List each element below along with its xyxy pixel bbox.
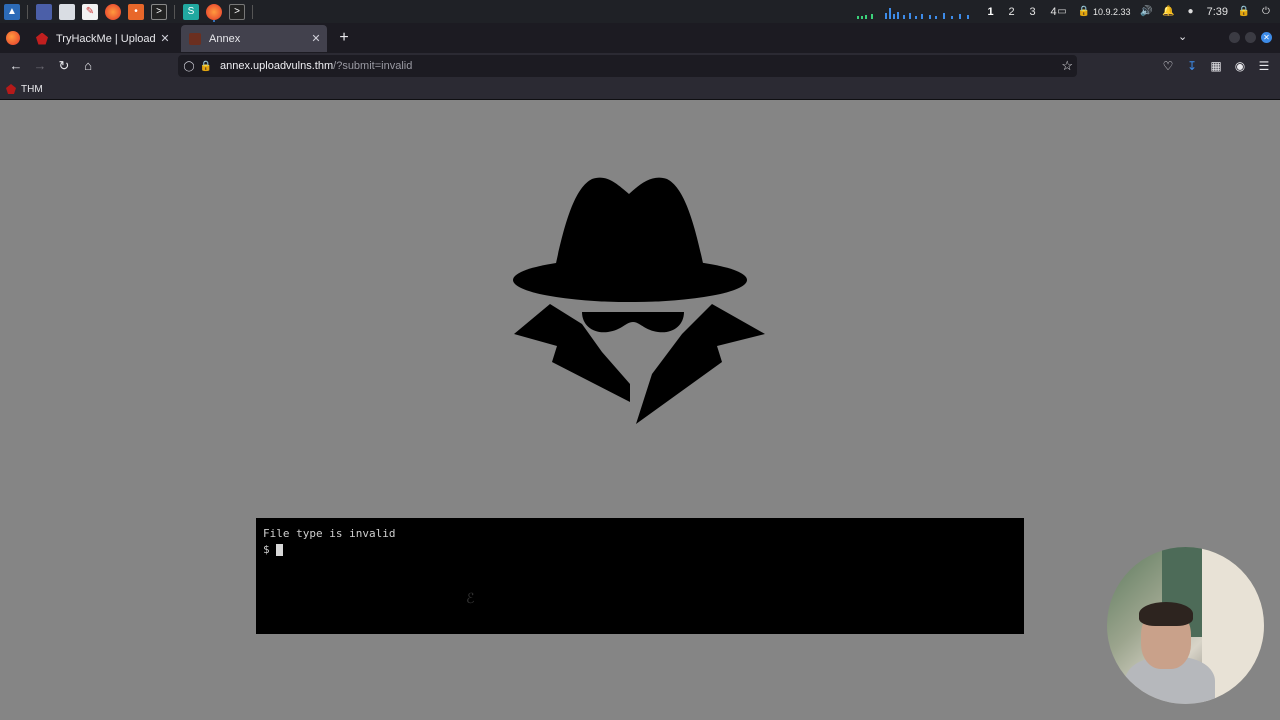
- vpn-ip-address: 10.9.2.33: [1093, 6, 1131, 17]
- terminal-window-icon[interactable]: >: [229, 3, 245, 20]
- hamburger-menu-icon[interactable]: ☰: [1256, 58, 1272, 74]
- annex-favicon-icon: [189, 32, 201, 45]
- desktop-icon[interactable]: [36, 3, 52, 20]
- i-beam-mouse-cursor-icon: ℰ: [466, 591, 475, 607]
- back-arrow-icon[interactable]: ←: [8, 58, 24, 74]
- bookmarks-toolbar: THM: [0, 79, 1280, 100]
- url-path: /?submit=invalid: [333, 60, 413, 72]
- bookmark-star-icon[interactable]: ☆: [1061, 58, 1073, 74]
- tab-title: Annex: [209, 32, 241, 45]
- window-close-button[interactable]: ✕: [1261, 32, 1272, 43]
- kali-menu-icon[interactable]: ▲: [4, 3, 20, 20]
- new-tab-plus-icon[interactable]: +: [336, 29, 352, 47]
- extensions-puzzle-icon[interactable]: ▦: [1208, 58, 1224, 74]
- terminal-cursor: [275, 544, 283, 556]
- terminal-output[interactable]: File type is invalid $: [256, 518, 1024, 634]
- firefox-window-icon[interactable]: [206, 3, 222, 20]
- tracking-protection-shield-icon[interactable]: ◯: [183, 60, 195, 72]
- workspace-2[interactable]: 2: [1001, 6, 1022, 18]
- tryhackme-favicon-icon: [36, 32, 48, 45]
- tab-title: TryHackMe | Upload Vuln: [56, 32, 158, 45]
- terminal-prompt-line[interactable]: $: [263, 542, 1017, 558]
- firefox-view-icon[interactable]: [6, 31, 20, 45]
- home-icon[interactable]: ⌂: [80, 58, 96, 74]
- navigation-toolbar: ← → ↻ ⌂ ◯ 🔒 annex.uploadvulns.thm/?submi…: [0, 53, 1280, 79]
- power-manager-icon[interactable]: ●: [1185, 6, 1197, 18]
- os-panel: ▲ ✎ • > S > 1 2 3 4 ▭ 🔒 10.9.2.33 🔊 🔔 ● …: [0, 0, 1280, 23]
- url-text[interactable]: annex.uploadvulns.thm/?submit=invalid: [220, 60, 412, 72]
- bookmark-thm[interactable]: THM: [6, 84, 43, 95]
- burpsuite-icon[interactable]: •: [128, 3, 144, 20]
- browser-tab-strip: TryHackMe | Upload Vuln ✕ Annex ✕ + ⌄ ✕: [0, 23, 1280, 53]
- workspace-switcher: 1 2 3 4: [980, 0, 1064, 23]
- firefox-icon[interactable]: [105, 3, 121, 20]
- panel-separator: [174, 4, 175, 19]
- notification-bell-icon[interactable]: 🔔: [1162, 6, 1174, 18]
- system-tray: ▭ 🔒 10.9.2.33 🔊 🔔 ● 7:39 🔒 ⏻: [1056, 0, 1280, 23]
- window-maximize-button[interactable]: [1245, 32, 1256, 43]
- panel-separator: [252, 4, 253, 19]
- site-info-icon[interactable]: 🔒: [200, 60, 212, 72]
- downloads-icon[interactable]: ↧: [1184, 58, 1200, 74]
- display-icon[interactable]: ▭: [1056, 6, 1068, 18]
- tab-annex[interactable]: Annex ✕: [181, 25, 327, 52]
- clock[interactable]: 7:39: [1207, 6, 1228, 18]
- foxyproxy-icon[interactable]: ◉: [1232, 58, 1248, 74]
- webcam-person-hair: [1139, 602, 1193, 626]
- terminal-icon[interactable]: >: [151, 3, 167, 20]
- network-activity-graph: [857, 8, 969, 19]
- bookmark-label: THM: [21, 83, 43, 95]
- file-manager-icon[interactable]: [59, 3, 75, 20]
- forward-arrow-icon[interactable]: →: [32, 58, 48, 74]
- app-launcher-bar: ▲ ✎ • > S >: [0, 0, 257, 23]
- volume-icon[interactable]: 🔊: [1140, 6, 1152, 18]
- tab-tryhackme[interactable]: TryHackMe | Upload Vuln ✕: [28, 25, 176, 52]
- list-all-tabs-chevron-down-icon[interactable]: ⌄: [1178, 30, 1187, 43]
- window-minimize-button[interactable]: [1229, 32, 1240, 43]
- url-bar[interactable]: ◯ 🔒 annex.uploadvulns.thm/?submit=invali…: [178, 55, 1077, 77]
- prompt-symbol: $: [263, 543, 270, 556]
- spy-hat-logo-icon: [513, 177, 765, 424]
- url-host: annex.uploadvulns.thm: [220, 60, 334, 72]
- power-icon[interactable]: ⏻: [1260, 6, 1272, 18]
- vpn-status[interactable]: 🔒 10.9.2.33: [1078, 6, 1131, 18]
- panel-separator: [27, 4, 28, 19]
- sublime-icon[interactable]: S: [183, 3, 199, 20]
- workspace-3[interactable]: 3: [1022, 6, 1043, 18]
- text-editor-icon[interactable]: ✎: [82, 3, 98, 20]
- lock-screen-icon[interactable]: 🔒: [1238, 6, 1250, 18]
- workspace-1[interactable]: 1: [980, 6, 1001, 18]
- webcam-overlay: [1107, 547, 1264, 704]
- tab-close-icon[interactable]: ✕: [309, 32, 323, 45]
- reload-icon[interactable]: ↻: [56, 58, 72, 74]
- tryhackme-bookmark-icon: [6, 84, 16, 94]
- terminal-message: File type is invalid: [263, 527, 396, 540]
- page-content: File type is invalid $ ℰ: [0, 101, 1280, 720]
- tab-close-icon[interactable]: ✕: [158, 32, 172, 45]
- vpn-lock-icon: 🔒: [1077, 6, 1091, 17]
- pocket-icon[interactable]: ♡: [1160, 58, 1176, 74]
